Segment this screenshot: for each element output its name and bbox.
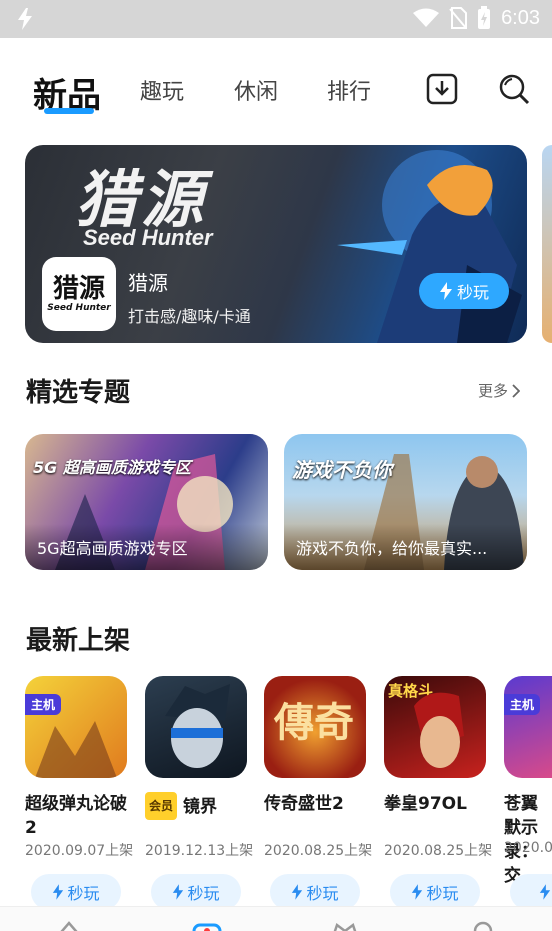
topic-5g-badge: 5G 超高画质游戏专区 [33, 458, 191, 477]
status-bar: 6:03 [0, 0, 552, 38]
topic-games-badge: 游戏不负你 [292, 458, 392, 482]
profile-icon[interactable] [468, 917, 498, 931]
game-icon [145, 676, 247, 778]
game-art [35, 721, 117, 778]
console-tag: 主机 [504, 694, 541, 715]
active-tab-indicator [44, 108, 94, 114]
game-name: 拳皇97OL [384, 794, 467, 814]
game-play-button[interactable]: 秒玩 [270, 874, 360, 910]
member-badge: 会员 [145, 792, 178, 820]
banner-icon-title: 猎源 [52, 274, 105, 304]
bolt-icon [292, 884, 303, 900]
banner-app-icon: 猎源 Seed Hunter [42, 257, 116, 331]
game-art [414, 692, 464, 768]
banner-icon-subtitle: Seed Hunter [47, 303, 111, 313]
game-name-row: 会员 镜界 [145, 792, 255, 820]
topic-card-games[interactable]: 游戏不负你 游戏不负你，给你最真实... [284, 434, 527, 570]
topic-5g-caption: 5G超高画质游戏专区 [37, 539, 188, 558]
game-icon: 真格斗 [384, 676, 486, 778]
tab-ranking[interactable]: 排行 [327, 74, 371, 106]
bolt-icon [540, 884, 551, 900]
crown-icon[interactable] [330, 917, 360, 931]
game-date: 2020.08 [504, 840, 552, 856]
featured-section-title: 精选专题 [26, 378, 131, 408]
banner-app-name: 猎源 [128, 271, 168, 295]
banner-hero-art [337, 150, 522, 343]
console-tag: 主机 [25, 694, 62, 715]
game-card[interactable]: 傳奇 传奇盛世2 2020.08.25上架 秒玩 [264, 676, 374, 910]
game-art [165, 684, 230, 768]
game-icon: 傳奇 [264, 676, 366, 778]
banner-play-button[interactable]: 秒玩 [419, 273, 509, 309]
top-navigation: 新品 趣玩 休闲 排行 [0, 38, 552, 144]
game-date: 2019.12.13上架 [145, 843, 254, 859]
game-play-button[interactable]: 秒玩 [390, 874, 480, 910]
game-play-button[interactable]: 秒玩 [31, 874, 121, 910]
featured-banner[interactable]: 猎源 Seed Hunter 猎源 Seed Hunter 猎源 打击感/趣味/… [25, 145, 527, 343]
banner-app-tags: 打击感/趣味/卡通 [128, 307, 251, 326]
game-card[interactable]: 主机 超级弹丸论破2 2020.09.07上架 秒玩 [25, 676, 135, 910]
game-date: 2020.08.25上架 [384, 843, 493, 859]
banner-art-subtitle: Seed Hunter [83, 225, 213, 250]
bolt-icon [439, 282, 452, 300]
home-icon[interactable] [54, 917, 84, 931]
play-label: 秒玩 [67, 884, 100, 903]
game-name: 超级弹丸论破2 [25, 794, 127, 838]
bolt-icon [412, 884, 423, 900]
game-card[interactable]: 主机 苍翼默示录：交 2020.08 秒 [504, 676, 552, 916]
flash-icon [18, 8, 32, 30]
search-icon[interactable] [497, 72, 531, 106]
play-label: 秒玩 [306, 884, 339, 903]
topic-games-caption: 游戏不负你，给你最真实... [296, 539, 488, 558]
tab-fun[interactable]: 趣玩 [140, 74, 184, 106]
game-name: 传奇盛世2 [264, 794, 344, 814]
game-icon: 主机 [504, 676, 552, 778]
game-icon-text: 傳奇 [274, 699, 354, 746]
game-card[interactable]: 会员 镜界 2019.12.13上架 秒玩 [145, 676, 255, 910]
game-card[interactable]: 真格斗 拳皇97OL 2020.08.25上架 秒玩 [384, 676, 494, 910]
play-label: 秒玩 [426, 884, 459, 903]
game-tab-icon[interactable] [192, 917, 222, 931]
bolt-icon [53, 884, 64, 900]
game-date: 2020.09.07上架 [25, 843, 134, 859]
new-releases-title: 最新上架 [26, 626, 131, 656]
game-date: 2020.08.25上架 [264, 843, 373, 859]
wifi-icon [413, 8, 440, 27]
play-label: 秒玩 [187, 884, 220, 903]
next-banner-peek[interactable] [542, 145, 552, 343]
topic-card-5g[interactable]: 5G 超高画质游戏专区 5G超高画质游戏专区 [25, 434, 268, 570]
bolt-icon [173, 884, 184, 900]
more-label: 更多 [477, 382, 508, 400]
no-sim-icon [449, 7, 468, 29]
game-icon: 主机 [25, 676, 127, 778]
game-play-button[interactable]: 秒玩 [151, 874, 241, 910]
download-icon[interactable] [425, 72, 459, 106]
banner-play-label: 秒玩 [456, 283, 489, 302]
game-name: 镜界 [183, 797, 218, 817]
bottom-navigation [0, 906, 552, 931]
featured-more-link[interactable]: 更多 [478, 380, 520, 401]
battery-charging-icon [478, 6, 491, 29]
status-time: 6:03 [501, 6, 540, 29]
chevron-right-icon [512, 383, 520, 398]
tab-casual[interactable]: 休闲 [234, 74, 278, 106]
game-play-button[interactable]: 秒 [510, 874, 552, 910]
